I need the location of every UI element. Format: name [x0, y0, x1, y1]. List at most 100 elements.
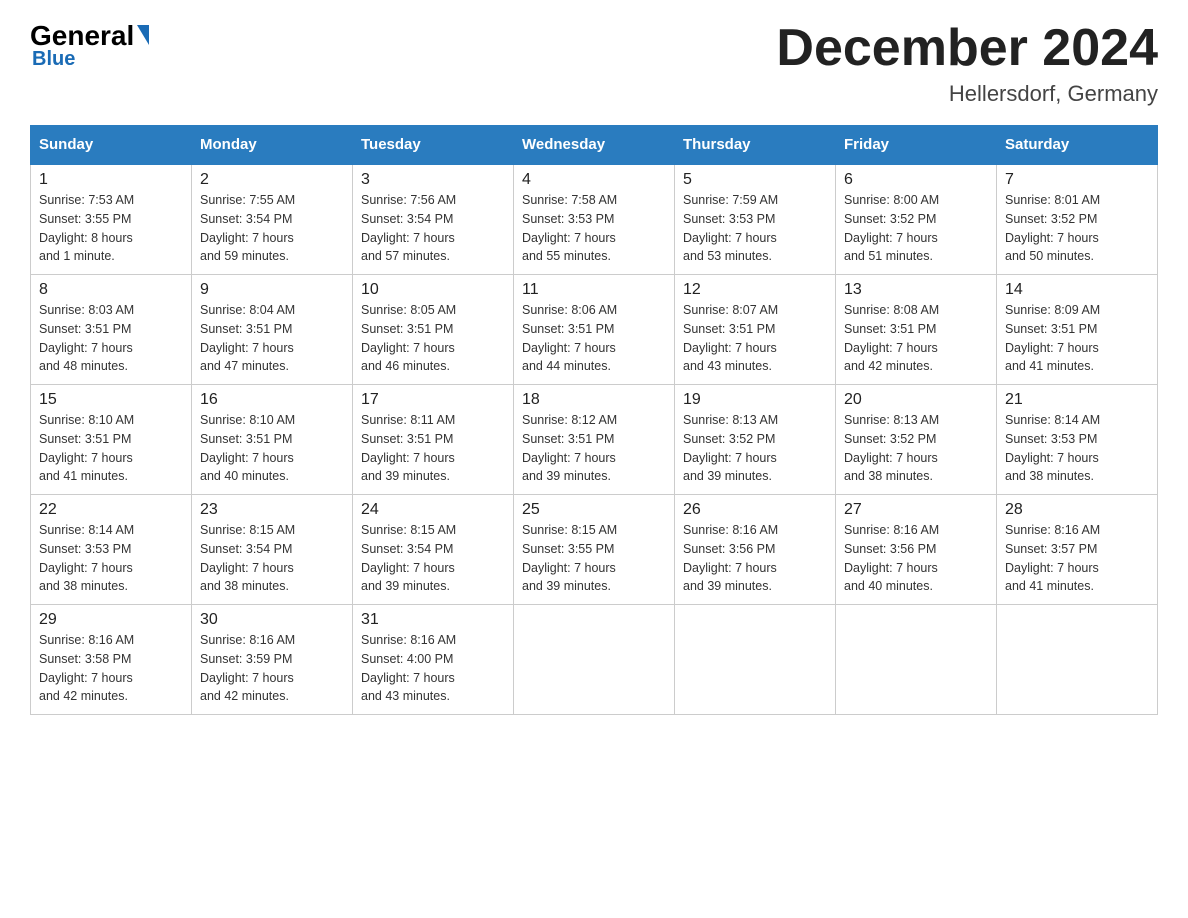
- day-number: 10: [361, 281, 505, 299]
- day-number: 7: [1005, 171, 1149, 189]
- title-area: December 2024 Hellersdorf, Germany: [776, 20, 1158, 107]
- calendar-cell: 19 Sunrise: 8:13 AMSunset: 3:52 PMDayligh…: [675, 385, 836, 495]
- calendar-cell: 11 Sunrise: 8:06 AMSunset: 3:51 PMDayligh…: [514, 275, 675, 385]
- day-number: 14: [1005, 281, 1149, 299]
- calendar-cell: 20 Sunrise: 8:13 AMSunset: 3:52 PMDayligh…: [836, 385, 997, 495]
- calendar-cell: [836, 605, 997, 715]
- calendar-cell: 17 Sunrise: 8:11 AMSunset: 3:51 PMDayligh…: [353, 385, 514, 495]
- day-info: Sunrise: 8:16 AMSunset: 4:00 PMDaylight:…: [361, 631, 505, 706]
- calendar-cell: 8 Sunrise: 8:03 AMSunset: 3:51 PMDaylight…: [31, 275, 192, 385]
- day-info: Sunrise: 8:15 AMSunset: 3:55 PMDaylight:…: [522, 521, 666, 596]
- column-header-tuesday: Tuesday: [353, 126, 514, 165]
- day-info: Sunrise: 8:08 AMSunset: 3:51 PMDaylight:…: [844, 301, 988, 376]
- day-info: Sunrise: 7:58 AMSunset: 3:53 PMDaylight:…: [522, 191, 666, 266]
- day-info: Sunrise: 8:15 AMSunset: 3:54 PMDaylight:…: [200, 521, 344, 596]
- day-info: Sunrise: 8:12 AMSunset: 3:51 PMDaylight:…: [522, 411, 666, 486]
- day-info: Sunrise: 8:16 AMSunset: 3:58 PMDaylight:…: [39, 631, 183, 706]
- day-number: 23: [200, 501, 344, 519]
- calendar-cell: 4 Sunrise: 7:58 AMSunset: 3:53 PMDaylight…: [514, 164, 675, 275]
- day-info: Sunrise: 8:16 AMSunset: 3:56 PMDaylight:…: [844, 521, 988, 596]
- day-info: Sunrise: 8:09 AMSunset: 3:51 PMDaylight:…: [1005, 301, 1149, 376]
- location-title: Hellersdorf, Germany: [776, 81, 1158, 107]
- day-number: 18: [522, 391, 666, 409]
- day-info: Sunrise: 8:04 AMSunset: 3:51 PMDaylight:…: [200, 301, 344, 376]
- calendar-week-row: 1Sunrise: 7:53 AMSunset: 3:55 PMDaylight…: [31, 164, 1158, 275]
- logo: General Blue: [30, 20, 149, 71]
- day-number: 19: [683, 391, 827, 409]
- day-number: 22: [39, 501, 183, 519]
- calendar-cell: 27 Sunrise: 8:16 AMSunset: 3:56 PMDayligh…: [836, 495, 997, 605]
- calendar-cell: [514, 605, 675, 715]
- day-info: Sunrise: 8:05 AMSunset: 3:51 PMDaylight:…: [361, 301, 505, 376]
- day-number: 29: [39, 611, 183, 629]
- day-number: 20: [844, 391, 988, 409]
- day-info: Sunrise: 8:16 AMSunset: 3:56 PMDaylight:…: [683, 521, 827, 596]
- calendar-cell: 9 Sunrise: 8:04 AMSunset: 3:51 PMDaylight…: [192, 275, 353, 385]
- calendar-cell: 31 Sunrise: 8:16 AMSunset: 4:00 PMDayligh…: [353, 605, 514, 715]
- day-info: Sunrise: 8:16 AMSunset: 3:59 PMDaylight:…: [200, 631, 344, 706]
- day-number: 11: [522, 281, 666, 299]
- day-number: 27: [844, 501, 988, 519]
- month-title: December 2024: [776, 20, 1158, 77]
- day-number: 9: [200, 281, 344, 299]
- calendar-cell: 22 Sunrise: 8:14 AMSunset: 3:53 PMDayligh…: [31, 495, 192, 605]
- day-info: Sunrise: 8:13 AMSunset: 3:52 PMDaylight:…: [844, 411, 988, 486]
- calendar-cell: [675, 605, 836, 715]
- calendar-cell: 10 Sunrise: 8:05 AMSunset: 3:51 PMDayligh…: [353, 275, 514, 385]
- day-number: 12: [683, 281, 827, 299]
- page-header: General Blue December 2024 Hellersdorf, …: [30, 20, 1158, 107]
- day-number: 28: [1005, 501, 1149, 519]
- day-number: 16: [200, 391, 344, 409]
- column-header-thursday: Thursday: [675, 126, 836, 165]
- day-info: Sunrise: 8:01 AMSunset: 3:52 PMDaylight:…: [1005, 191, 1149, 266]
- calendar-cell: 6 Sunrise: 8:00 AMSunset: 3:52 PMDaylight…: [836, 164, 997, 275]
- calendar-cell: 24 Sunrise: 8:15 AMSunset: 3:54 PMDayligh…: [353, 495, 514, 605]
- column-header-friday: Friday: [836, 126, 997, 165]
- logo-blue-text: Blue: [32, 48, 149, 71]
- calendar-week-row: 8 Sunrise: 8:03 AMSunset: 3:51 PMDaylight…: [31, 275, 1158, 385]
- day-info: Sunrise: 8:06 AMSunset: 3:51 PMDaylight:…: [522, 301, 666, 376]
- day-number: 4: [522, 171, 666, 189]
- calendar-cell: 18 Sunrise: 8:12 AMSunset: 3:51 PMDayligh…: [514, 385, 675, 495]
- day-info: Sunrise: 8:00 AMSunset: 3:52 PMDaylight:…: [844, 191, 988, 266]
- day-number: 17: [361, 391, 505, 409]
- calendar-cell: 14 Sunrise: 8:09 AMSunset: 3:51 PMDayligh…: [997, 275, 1158, 385]
- day-number: 26: [683, 501, 827, 519]
- calendar-cell: 23 Sunrise: 8:15 AMSunset: 3:54 PMDayligh…: [192, 495, 353, 605]
- day-number: 3: [361, 171, 505, 189]
- calendar-cell: 29 Sunrise: 8:16 AMSunset: 3:58 PMDayligh…: [31, 605, 192, 715]
- calendar-cell: 7 Sunrise: 8:01 AMSunset: 3:52 PMDaylight…: [997, 164, 1158, 275]
- calendar-cell: 15Sunrise: 8:10 AMSunset: 3:51 PMDayligh…: [31, 385, 192, 495]
- column-header-wednesday: Wednesday: [514, 126, 675, 165]
- day-number: 13: [844, 281, 988, 299]
- calendar-cell: 5Sunrise: 7:59 AMSunset: 3:53 PMDaylight…: [675, 164, 836, 275]
- day-number: 6: [844, 171, 988, 189]
- calendar-cell: 3 Sunrise: 7:56 AMSunset: 3:54 PMDaylight…: [353, 164, 514, 275]
- day-info: Sunrise: 8:13 AMSunset: 3:52 PMDaylight:…: [683, 411, 827, 486]
- day-number: 8: [39, 281, 183, 299]
- day-number: 21: [1005, 391, 1149, 409]
- day-number: 2: [200, 171, 344, 189]
- day-info: Sunrise: 8:10 AMSunset: 3:51 PMDaylight:…: [200, 411, 344, 486]
- calendar-cell: 30Sunrise: 8:16 AMSunset: 3:59 PMDayligh…: [192, 605, 353, 715]
- day-info: Sunrise: 8:03 AMSunset: 3:51 PMDaylight:…: [39, 301, 183, 376]
- calendar-cell: 21Sunrise: 8:14 AMSunset: 3:53 PMDayligh…: [997, 385, 1158, 495]
- calendar-table: SundayMondayTuesdayWednesdayThursdayFrid…: [30, 125, 1158, 715]
- day-number: 24: [361, 501, 505, 519]
- day-number: 25: [522, 501, 666, 519]
- calendar-cell: 26 Sunrise: 8:16 AMSunset: 3:56 PMDayligh…: [675, 495, 836, 605]
- day-number: 5: [683, 171, 827, 189]
- day-info: Sunrise: 8:14 AMSunset: 3:53 PMDaylight:…: [39, 521, 183, 596]
- calendar-week-row: 29 Sunrise: 8:16 AMSunset: 3:58 PMDayligh…: [31, 605, 1158, 715]
- day-info: Sunrise: 7:53 AMSunset: 3:55 PMDaylight:…: [39, 191, 183, 266]
- calendar-cell: 2Sunrise: 7:55 AMSunset: 3:54 PMDaylight…: [192, 164, 353, 275]
- day-number: 31: [361, 611, 505, 629]
- calendar-cell: 12 Sunrise: 8:07 AMSunset: 3:51 PMDayligh…: [675, 275, 836, 385]
- day-info: Sunrise: 8:11 AMSunset: 3:51 PMDaylight:…: [361, 411, 505, 486]
- calendar-cell: [997, 605, 1158, 715]
- calendar-week-row: 15Sunrise: 8:10 AMSunset: 3:51 PMDayligh…: [31, 385, 1158, 495]
- calendar-header-row: SundayMondayTuesdayWednesdayThursdayFrid…: [31, 126, 1158, 165]
- day-info: Sunrise: 7:56 AMSunset: 3:54 PMDaylight:…: [361, 191, 505, 266]
- day-info: Sunrise: 8:15 AMSunset: 3:54 PMDaylight:…: [361, 521, 505, 596]
- day-info: Sunrise: 8:07 AMSunset: 3:51 PMDaylight:…: [683, 301, 827, 376]
